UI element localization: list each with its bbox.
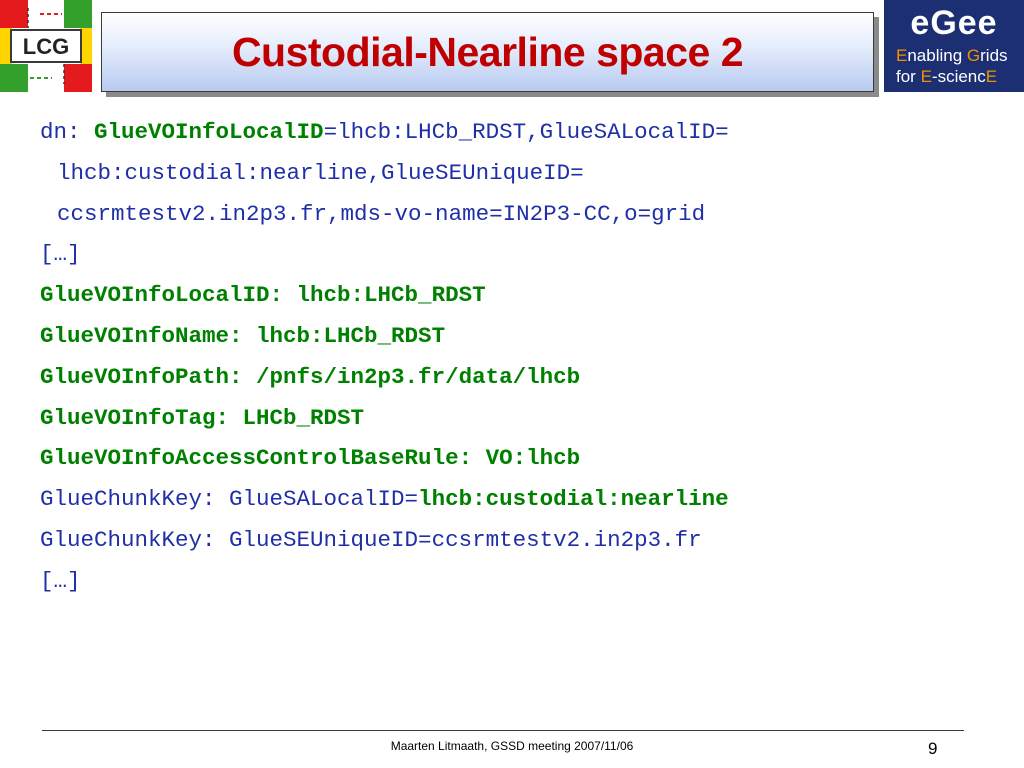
text-segment: GlueVOInfoName: lhcb:LHCb_RDST — [40, 322, 446, 349]
text-segment: lhcb:custodial:nearline,GlueSEUniqueID= — [57, 159, 584, 186]
text-line: […] — [40, 561, 729, 602]
text-segment: GlueVOInfoAccessControlBaseRule: VO:lhcb — [40, 445, 581, 472]
text-line: GlueChunkKey: GlueSEUniqueID=ccsrmtestv2… — [40, 520, 729, 561]
page-number: 9 — [928, 739, 938, 758]
text-segment: GlueVOInfoTag: LHCb_RDST — [40, 404, 365, 431]
egee-logo: eGee Enabling Grids for E-sciencE — [884, 0, 1024, 92]
egee-wordmark: eGee — [910, 4, 997, 42]
text-line: GlueVOInfoPath: /pnfs/in2p3.fr/data/lhcb — [40, 357, 729, 398]
footer-divider — [42, 730, 964, 731]
text-line: GlueVOInfoLocalID: lhcb:LHCb_RDST — [40, 275, 729, 316]
text-line: lhcb:custodial:nearline,GlueSEUniqueID= — [40, 153, 729, 194]
text-segment: GlueChunkKey: GlueSALocalID= — [40, 486, 419, 513]
text-line: GlueVOInfoName: lhcb:LHCb_RDST — [40, 316, 729, 357]
text-segment: […] — [40, 241, 81, 268]
text-line: GlueVOInfoTag: LHCb_RDST — [40, 398, 729, 439]
text-segment: =lhcb:LHCb_RDST,GlueSALocalID= — [323, 119, 729, 145]
text-line: GlueVOInfoAccessControlBaseRule: VO:lhcb — [40, 438, 729, 479]
text-segment: GlueVOInfoLocalID: lhcb:LHCb_RDST — [40, 282, 486, 309]
text-segment: dn: — [40, 119, 95, 145]
text-segment: GlueVOInfoPath: /pnfs/in2p3.fr/data/lhcb — [40, 363, 581, 390]
text-line: dn: GlueVOInfoLocalID=lhcb:LHCb_RDST,Glu… — [40, 112, 729, 153]
text-segment: GlueChunkKey: GlueSEUniqueID=ccsrmtestv2… — [40, 526, 702, 553]
text-line: […] — [40, 234, 729, 275]
lcg-logo-text: LCG — [23, 34, 69, 59]
slide-body: dn: GlueVOInfoLocalID=lhcb:LHCb_RDST,Glu… — [40, 112, 729, 602]
page-title: Custodial-Nearline space 2 — [231, 28, 744, 75]
text-segment: GlueVOInfoLocalID — [94, 119, 324, 145]
egee-tagline-line1: Enabling Grids — [896, 46, 1008, 65]
egee-tagline-line2: for E-sciencE — [896, 67, 997, 86]
egee-logo-graphic: eGee Enabling Grids for E-sciencE — [896, 4, 1008, 86]
footer-text: Maarten Litmaath, GSSD meeting 2007/11/0… — [390, 739, 634, 753]
text-segment: ccsrmtestv2.in2p3.fr,mds-vo-name=IN2P3-C… — [57, 200, 706, 227]
lcg-logo-graphic: LCG — [0, 0, 92, 92]
title-bar: Custodial-Nearline space 2 — [101, 12, 874, 92]
text-segment: lhcb:custodial:nearline — [418, 486, 729, 513]
text-line: GlueChunkKey: GlueSALocalID=lhcb:custodi… — [40, 479, 729, 520]
lcg-logo: LCG — [0, 0, 92, 92]
text-segment: […] — [40, 567, 81, 594]
text-line: ccsrmtestv2.in2p3.fr,mds-vo-name=IN2P3-C… — [40, 194, 729, 235]
